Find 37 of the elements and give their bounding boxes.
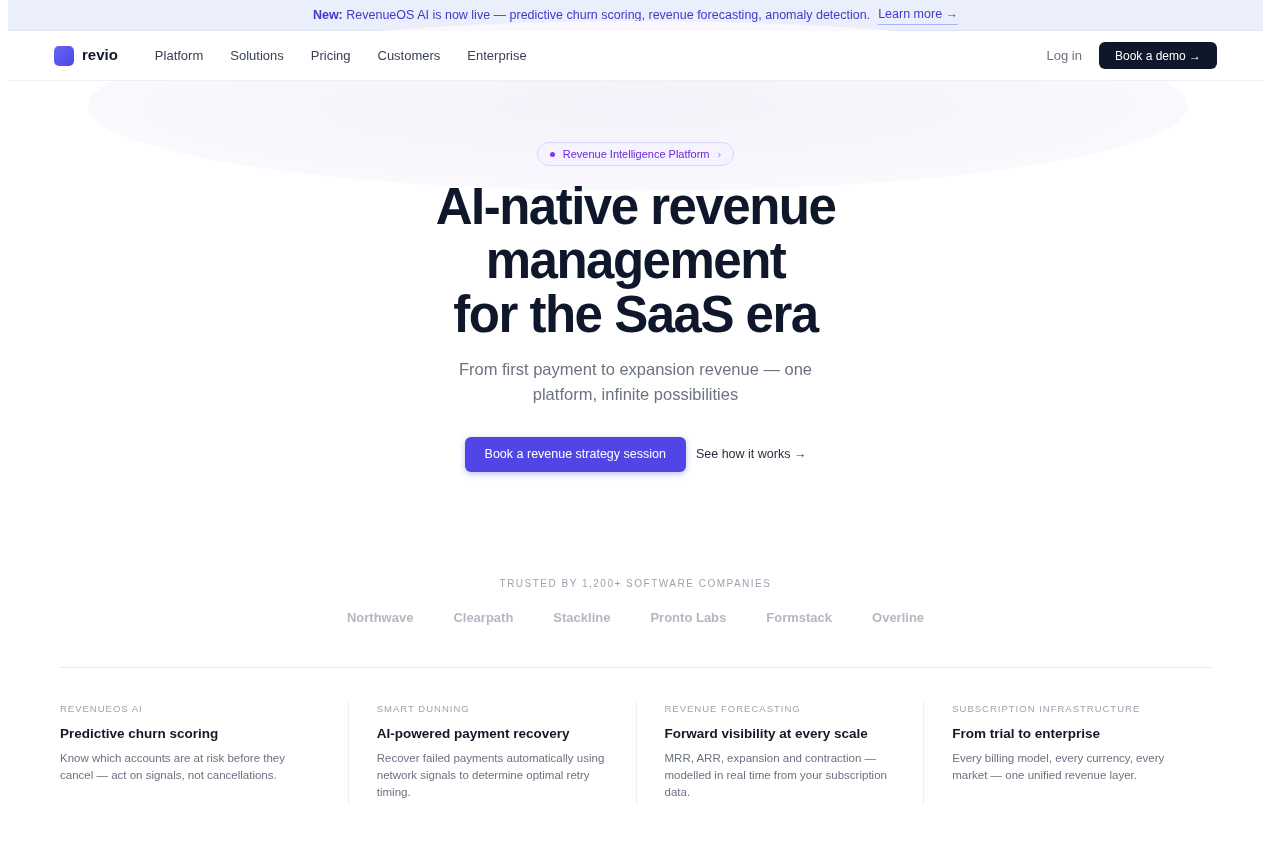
feature-title: AI-powered payment recovery [376,724,571,743]
feature-eyebrow: REVENUE FORECASTING [664,701,802,716]
chevron-icon: › [717,145,722,163]
company-logo: Overline [872,609,925,627]
company-logo: Formstack [766,609,833,627]
feature-title: Forward visibility at every scale [664,724,869,743]
nav-link[interactable]: Solutions [230,45,284,66]
feature-title: Predictive churn scoring [60,724,220,743]
company-logo: Northwave [346,609,414,627]
pill-label: Revenue Intelligence Platform [562,146,710,162]
book-demo-button[interactable]: Book a demo → [1098,42,1217,69]
nav-link[interactable]: Customers [377,45,441,66]
hero-heading: AI-native revenue management for the SaaS era [435,180,836,342]
feature-description: Know which accounts are at risk before they cancel — act on signals, not cancellations. [60,751,286,783]
brand-name: revio [82,45,118,66]
company-logo: Pronto Labs [650,609,727,627]
hero-subtitle: From first payment to expansion revenue — one platform, infinite possibilities [457,359,814,405]
feature-title: From trial to enterprise [952,724,1102,743]
trusted-heading: TRUSTED BY 1,200+ SOFTWARE COMPANIES [499,577,772,591]
see-how-link[interactable]: See how it works → [695,445,807,464]
feature-description: MRR, ARR, expansion and contraction — modelled in real time from your subscription data. [664,751,888,800]
feature-description: Every billing model, every currency, every market — one unified revenue layer. [952,751,1166,783]
feature-eyebrow: SMART DUNNING [376,701,471,716]
learn-more-link[interactable]: Learn more → [878,5,959,25]
nav-link[interactable]: Platform [154,45,204,66]
feature-eyebrow: SUBSCRIPTION INFRASTRUCTURE [952,701,1142,716]
feature-eyebrow: REVENUEOS AI [60,701,144,716]
nav-link[interactable]: Pricing [310,45,351,66]
login-link[interactable]: Log in [1046,45,1082,66]
brand-logo-icon [54,45,74,66]
company-logo: Clearpath [453,609,514,627]
nav-link[interactable]: Enterprise [467,45,527,66]
hero-pill[interactable]: Revenue Intelligence Platform › [536,142,735,166]
company-logo: Stackline [553,609,611,627]
announcement-text: New: RevenueOS AI is now live — predictive churn scoring, revenue forecasting, anomaly detection. [312,6,871,24]
feature-description: Recover failed payments automatically using network signals to determine optimal retry timing. [376,751,606,800]
strategy-session-button[interactable]: Book a revenue strategy session [464,437,686,472]
